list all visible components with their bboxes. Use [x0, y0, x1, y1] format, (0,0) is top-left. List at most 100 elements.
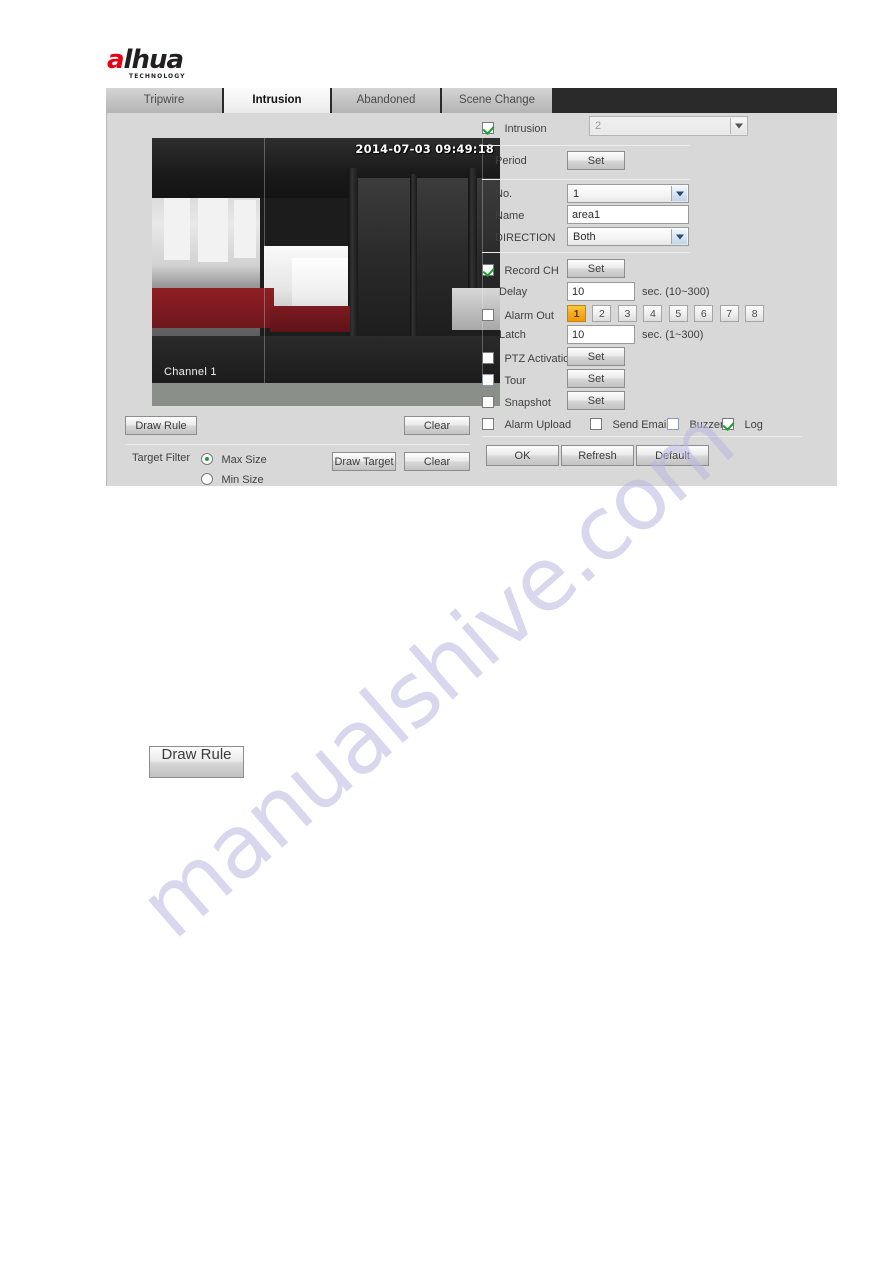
snapshot-checkbox[interactable] [482, 395, 494, 408]
alarm-upload-row[interactable]: Alarm Upload [482, 415, 571, 433]
tab-intrusion[interactable]: Intrusion [224, 88, 332, 113]
channel-select[interactable]: 2 [589, 116, 748, 136]
no-label: No. [495, 188, 513, 200]
send-email-checkbox[interactable] [590, 417, 602, 430]
direction-select[interactable]: Both [567, 227, 689, 246]
period-label: Period [495, 155, 527, 167]
alarm-out-cell-8[interactable]: 8 [745, 305, 765, 322]
period-set-button[interactable]: Set [567, 151, 625, 170]
video-channel-overlay: Channel 1 [164, 366, 217, 378]
video-scene-image: 2014-07-03 09:49:18 Channel 1 [152, 138, 500, 383]
draw-target-button[interactable]: Draw Target [332, 452, 396, 471]
direction-label: DIRECTION [495, 232, 556, 244]
ptz-activation-row[interactable]: PTZ Activation [482, 349, 575, 367]
name-input[interactable]: area1 [567, 205, 689, 224]
alarm-out-label: Alarm Out [504, 310, 554, 322]
intrusion-enable-label: Intrusion [504, 123, 547, 135]
form-divider-4 [482, 436, 802, 437]
alarm-out-cell-5[interactable]: 5 [668, 305, 688, 322]
chevron-down-icon[interactable] [730, 118, 746, 134]
tab-abandoned[interactable]: Abandoned [332, 88, 442, 113]
tour-label: Tour [504, 375, 526, 387]
tour-row[interactable]: Tour [482, 371, 526, 389]
logo-brand: hua [131, 45, 184, 75]
draw-rule-button[interactable]: Draw Rule [125, 416, 197, 435]
chevron-down-icon[interactable] [671, 229, 687, 244]
no-select-value: 1 [573, 187, 580, 200]
alarm-out-row[interactable]: Alarm Out [482, 306, 554, 324]
refresh-button[interactable]: Refresh [561, 445, 634, 466]
tour-checkbox[interactable] [482, 373, 494, 386]
tab-content-panel: 2014-07-03 09:49:18 Channel 1 Draw Rule … [106, 113, 837, 486]
logo-tagline: TECHNOLOGY [129, 73, 186, 80]
snapshot-label: Snapshot [504, 397, 551, 409]
video-bottom-bar [152, 383, 500, 406]
record-ch-checkbox[interactable] [482, 263, 494, 276]
form-divider-2 [482, 179, 690, 180]
log-label: Log [744, 419, 763, 431]
ok-button[interactable]: OK [486, 445, 559, 466]
no-select[interactable]: 1 [567, 184, 689, 203]
snapshot-set-button[interactable]: Set [567, 391, 625, 410]
max-size-label: Max Size [221, 454, 267, 466]
latch-label: Latch [499, 329, 526, 341]
clear-rule-button[interactable]: Clear [404, 416, 470, 435]
min-size-radio-row[interactable]: Min Size [201, 470, 264, 488]
chevron-down-icon[interactable] [671, 186, 687, 201]
settings-form: Intrusion 2 Period Set No. 1 Name area1 … [477, 113, 838, 486]
alarm-out-cell-6[interactable]: 6 [694, 305, 714, 322]
target-filter-label: Target Filter [132, 452, 191, 464]
delay-input[interactable]: 10 [567, 282, 635, 301]
scene-red-banner [152, 288, 274, 328]
scene-window-c [234, 200, 256, 258]
max-size-radio[interactable] [201, 452, 213, 465]
left-divider [125, 444, 470, 445]
default-button[interactable]: Default [636, 445, 709, 466]
alarm-out-cell-3[interactable]: 3 [617, 305, 637, 322]
scene-window-b [198, 196, 228, 262]
min-size-label: Min Size [221, 474, 264, 486]
alarm-out-cell-7[interactable]: 7 [719, 305, 739, 322]
alarm-upload-checkbox[interactable] [482, 417, 494, 430]
buzzer-label: Buzzer [689, 419, 724, 431]
alarm-upload-label: Alarm Upload [504, 419, 572, 431]
max-size-radio-row[interactable]: Max Size [201, 450, 267, 468]
clear-target-button[interactable]: Clear [404, 452, 470, 471]
form-divider-3 [482, 252, 690, 253]
logo-initial-a: a [107, 45, 125, 75]
alarm-out-cell-4[interactable]: 4 [643, 305, 663, 322]
scene-pillar-right [468, 168, 477, 288]
ptz-activation-checkbox[interactable] [482, 351, 494, 364]
tab-tripwire[interactable]: Tripwire [106, 88, 224, 113]
latch-input[interactable]: 10 [567, 325, 635, 344]
send-email-row[interactable]: Send Email [590, 415, 669, 433]
tour-set-button[interactable]: Set [567, 369, 625, 388]
channel-select-value: 2 [595, 120, 602, 132]
form-divider-1 [482, 145, 690, 146]
snapshot-row[interactable]: Snapshot [482, 393, 551, 411]
alarm-out-cell-2[interactable]: 2 [592, 305, 612, 322]
intrusion-enable-checkbox[interactable] [482, 121, 494, 134]
tab-scene-change[interactable]: Scene Change [442, 88, 554, 113]
log-row[interactable]: Log [722, 415, 763, 433]
buzzer-checkbox[interactable] [667, 417, 679, 430]
delay-hint: sec. (10~300) [642, 286, 710, 298]
video-timestamp-overlay: 2014-07-03 09:49:18 [355, 142, 494, 156]
intrusion-enable-row[interactable]: Intrusion [482, 119, 547, 137]
standalone-draw-rule-button[interactable]: Draw Rule [149, 746, 244, 778]
logo-wordmark: alhua [107, 45, 184, 75]
direction-select-value: Both [573, 230, 596, 243]
record-ch-label: Record CH [504, 265, 559, 277]
record-ch-set-button[interactable]: Set [567, 259, 625, 278]
log-checkbox[interactable] [722, 417, 734, 430]
latch-hint: sec. (1~300) [642, 329, 704, 341]
record-ch-row[interactable]: Record CH [482, 261, 559, 279]
video-preview[interactable]: 2014-07-03 09:49:18 Channel 1 [152, 138, 500, 406]
alarm-out-checkbox[interactable] [482, 308, 494, 321]
send-email-label: Send Email [612, 419, 669, 431]
alarm-out-cell-1[interactable]: 1 [567, 305, 586, 322]
buzzer-row[interactable]: Buzzer [667, 415, 724, 433]
ptz-activation-set-button[interactable]: Set [567, 347, 625, 366]
min-size-radio[interactable] [201, 472, 213, 485]
ptz-activation-label: PTZ Activation [504, 353, 576, 365]
